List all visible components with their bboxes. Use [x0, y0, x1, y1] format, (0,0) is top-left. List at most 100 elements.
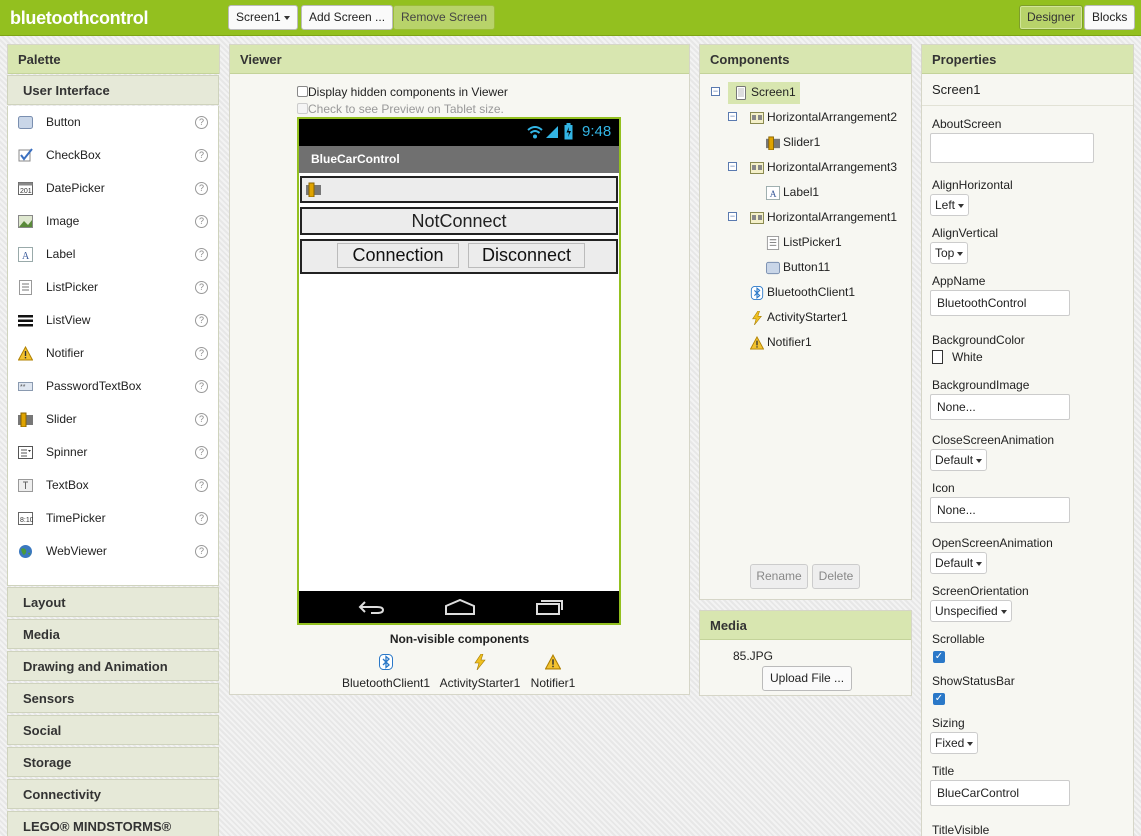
- phone-harr2[interactable]: [300, 176, 618, 203]
- nonvisible-activity[interactable]: ActivityStarter1: [436, 653, 524, 690]
- palette-category-lego[interactable]: LEGO® MINDSTORMS®: [7, 811, 219, 836]
- phone-screen-title: BlueCarControl: [299, 146, 619, 173]
- prop-backgroundcolor-picker[interactable]: White: [932, 350, 983, 364]
- palette-item-webviewer[interactable]: WebViewer ?: [8, 535, 218, 568]
- prop-aboutscreen-input[interactable]: [930, 133, 1094, 163]
- palette-item-listview[interactable]: ListView ?: [8, 304, 218, 337]
- help-icon[interactable]: ?: [195, 545, 208, 558]
- upload-file-button[interactable]: Upload File ...: [762, 666, 853, 691]
- tablet-preview-option[interactable]: Check to see Preview on Tablet size.: [297, 102, 504, 116]
- prop-alignvertical-select[interactable]: Top: [930, 242, 969, 264]
- palette-item-textbox[interactable]: TextBox ?: [8, 469, 218, 502]
- palette-category-connectivity[interactable]: Connectivity: [7, 779, 219, 809]
- nonvisible-bluetooth[interactable]: BluetoothClient1: [342, 654, 430, 690]
- prop-select-value: Left: [935, 198, 956, 212]
- tree-item-harr3[interactable]: HorizontalArrangement3: [750, 160, 897, 180]
- delete-button[interactable]: Delete: [812, 564, 860, 589]
- help-icon[interactable]: ?: [195, 347, 208, 360]
- phone-connection-button[interactable]: Connection: [337, 243, 459, 268]
- collapse-icon[interactable]: −: [711, 87, 720, 96]
- prop-sizing-select[interactable]: Fixed: [930, 732, 979, 754]
- prop-openanim-select[interactable]: Default: [930, 552, 988, 574]
- collapse-icon[interactable]: −: [728, 112, 737, 121]
- back-icon: [358, 601, 385, 614]
- hidden-components-checkbox[interactable]: [297, 86, 308, 97]
- nonvisible-notifier[interactable]: Notifier1: [524, 653, 582, 690]
- help-icon[interactable]: ?: [195, 512, 208, 525]
- textbox-icon: [18, 479, 33, 492]
- prop-icon-input[interactable]: None...: [930, 497, 1070, 523]
- palette-item-label: DatePicker: [46, 181, 105, 195]
- warning-icon: [18, 346, 33, 361]
- help-icon[interactable]: ?: [195, 479, 208, 492]
- tree-item-listpicker1[interactable]: ListPicker1: [766, 235, 842, 255]
- help-icon[interactable]: ?: [195, 182, 208, 195]
- blocks-button[interactable]: Blocks: [1084, 5, 1136, 30]
- palette-item-timepicker[interactable]: 8:10 TimePicker ?: [8, 502, 218, 535]
- palette-item-listpicker[interactable]: ListPicker ?: [8, 271, 218, 304]
- tree-label: ListPicker1: [783, 235, 842, 249]
- tree-item-label1[interactable]: A Label1: [766, 185, 819, 205]
- help-icon[interactable]: ?: [195, 281, 208, 294]
- palette-item-datepicker[interactable]: 201 DatePicker ?: [8, 172, 218, 205]
- prop-scrollable-checkbox[interactable]: ✓: [933, 651, 945, 663]
- help-icon[interactable]: ?: [195, 116, 208, 129]
- palette-category-drawing[interactable]: Drawing and Animation: [7, 651, 219, 681]
- palette-item-label: Notifier: [46, 346, 85, 360]
- help-icon[interactable]: ?: [195, 215, 208, 228]
- help-icon[interactable]: ?: [195, 413, 208, 426]
- palette-item-checkbox[interactable]: CheckBox ?: [8, 139, 218, 172]
- screen-select[interactable]: Screen1: [228, 5, 298, 30]
- prop-closeanim-select[interactable]: Default: [930, 449, 988, 471]
- tree-label: Label1: [783, 185, 820, 199]
- tree-item-harr1[interactable]: HorizontalArrangement1: [750, 210, 897, 230]
- prop-showstatusbar-checkbox[interactable]: ✓: [933, 693, 945, 705]
- help-icon[interactable]: ?: [195, 380, 208, 393]
- tree-item-screen1[interactable]: Screen1: [728, 82, 800, 104]
- palette-item-spinner[interactable]: Spinner ?: [8, 436, 218, 469]
- help-icon[interactable]: ?: [195, 314, 208, 327]
- palette-item-slider[interactable]: Slider ?: [8, 403, 218, 436]
- collapse-icon[interactable]: −: [728, 162, 737, 171]
- tree-item-notifier[interactable]: Notifier1: [750, 335, 812, 355]
- phone-notconnect-label: NotConnect: [300, 207, 618, 235]
- designer-button[interactable]: Designer: [1019, 5, 1084, 30]
- help-icon[interactable]: ?: [195, 248, 208, 261]
- add-screen-button[interactable]: Add Screen ...: [301, 5, 394, 30]
- tree-label: BluetoothClient1: [767, 285, 856, 299]
- palette-item-passwordtextbox[interactable]: ** PasswordTextBox ?: [8, 370, 218, 403]
- palette-category-social[interactable]: Social: [7, 715, 219, 745]
- tree-item-harr2[interactable]: HorizontalArrangement2: [750, 110, 897, 130]
- prop-appname-input[interactable]: BluetoothControl: [930, 290, 1070, 316]
- palette-category-layout[interactable]: Layout: [7, 587, 219, 617]
- tree-item-button11[interactable]: Button11: [766, 260, 830, 280]
- tablet-preview-checkbox[interactable]: [297, 103, 308, 114]
- tree-item-slider1[interactable]: Slider1: [766, 135, 820, 155]
- prop-title-input[interactable]: BlueCarControl: [930, 780, 1070, 806]
- palette-category-sensors[interactable]: Sensors: [7, 683, 219, 713]
- palette-item-notifier[interactable]: Notifier ?: [8, 337, 218, 370]
- hidden-components-option[interactable]: Display hidden components in Viewer: [297, 85, 508, 99]
- palette-item-button[interactable]: Button ?: [8, 106, 218, 139]
- collapse-icon[interactable]: −: [728, 212, 737, 221]
- remove-screen-button[interactable]: Remove Screen: [393, 5, 496, 30]
- palette-category-storage[interactable]: Storage: [7, 747, 219, 777]
- rename-button[interactable]: Rename: [750, 564, 808, 589]
- palette-item-label: Label: [46, 247, 76, 261]
- prop-orientation-select[interactable]: Unspecified: [930, 600, 1012, 622]
- help-icon[interactable]: ?: [195, 149, 208, 162]
- palette-category-user-interface[interactable]: User Interface: [7, 75, 219, 105]
- palette-item-image[interactable]: Image ?: [8, 205, 218, 238]
- tree-item-bluetooth[interactable]: BluetoothClient1: [750, 285, 855, 305]
- tree-item-activity[interactable]: ActivityStarter1: [750, 310, 848, 330]
- phone-disconnect-button[interactable]: Disconnect: [468, 243, 585, 268]
- palette-item-label[interactable]: A Label ?: [8, 238, 218, 271]
- prop-select-value: Default: [935, 556, 974, 570]
- svg-text:8:10: 8:10: [20, 517, 33, 524]
- help-icon[interactable]: ?: [195, 446, 208, 459]
- prop-alignhorizontal-select[interactable]: Left: [930, 194, 970, 216]
- prop-backgroundimage-input[interactable]: None...: [930, 394, 1070, 420]
- palette-category-media[interactable]: Media: [7, 619, 219, 649]
- media-file[interactable]: 85.JPG: [733, 649, 773, 663]
- phone-harr1[interactable]: Connection Disconnect: [300, 239, 618, 274]
